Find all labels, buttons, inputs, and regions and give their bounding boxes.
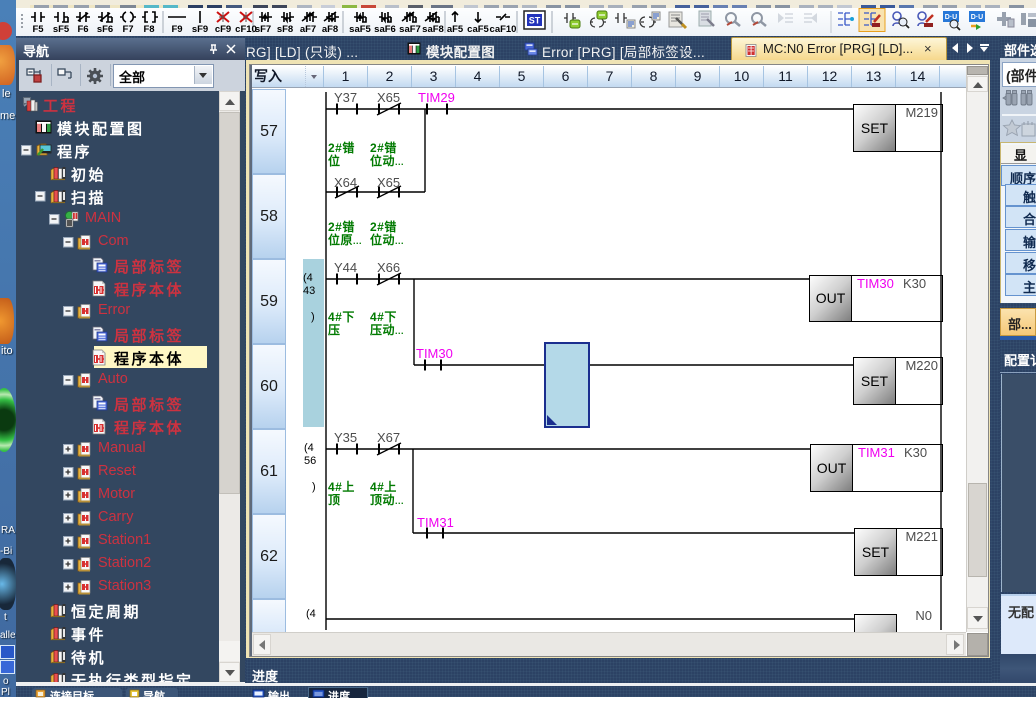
svg-text:caF10: caF10 [490, 24, 517, 35]
svg-text:aF7: aF7 [300, 24, 316, 35]
svg-text:sF8: sF8 [277, 24, 293, 35]
svg-text:saF5: saF5 [349, 24, 371, 35]
svg-text:ST: ST [529, 16, 541, 26]
svg-text:saF8: saF8 [422, 24, 444, 35]
svg-text:sF9: sF9 [192, 24, 208, 35]
svg-text:aF5: aF5 [447, 24, 464, 35]
svg-text:D·U: D·U [971, 14, 983, 21]
svg-text:F6: F6 [77, 24, 88, 35]
svg-text:cF9: cF9 [215, 24, 231, 35]
svg-text:F9: F9 [171, 24, 182, 35]
svg-text:aF8: aF8 [322, 24, 338, 35]
svg-text:saF7: saF7 [399, 24, 421, 35]
svg-text:F7: F7 [122, 24, 133, 35]
svg-text:saF6: saF6 [374, 24, 396, 35]
svg-text:sF5: sF5 [53, 24, 70, 35]
svg-text:cF10: cF10 [235, 24, 257, 35]
svg-text:sF6: sF6 [97, 24, 113, 35]
svg-text:caF5: caF5 [467, 24, 489, 35]
svg-text:F8: F8 [143, 24, 154, 35]
svg-text:sF7: sF7 [255, 24, 271, 35]
svg-text:F5: F5 [32, 24, 44, 35]
